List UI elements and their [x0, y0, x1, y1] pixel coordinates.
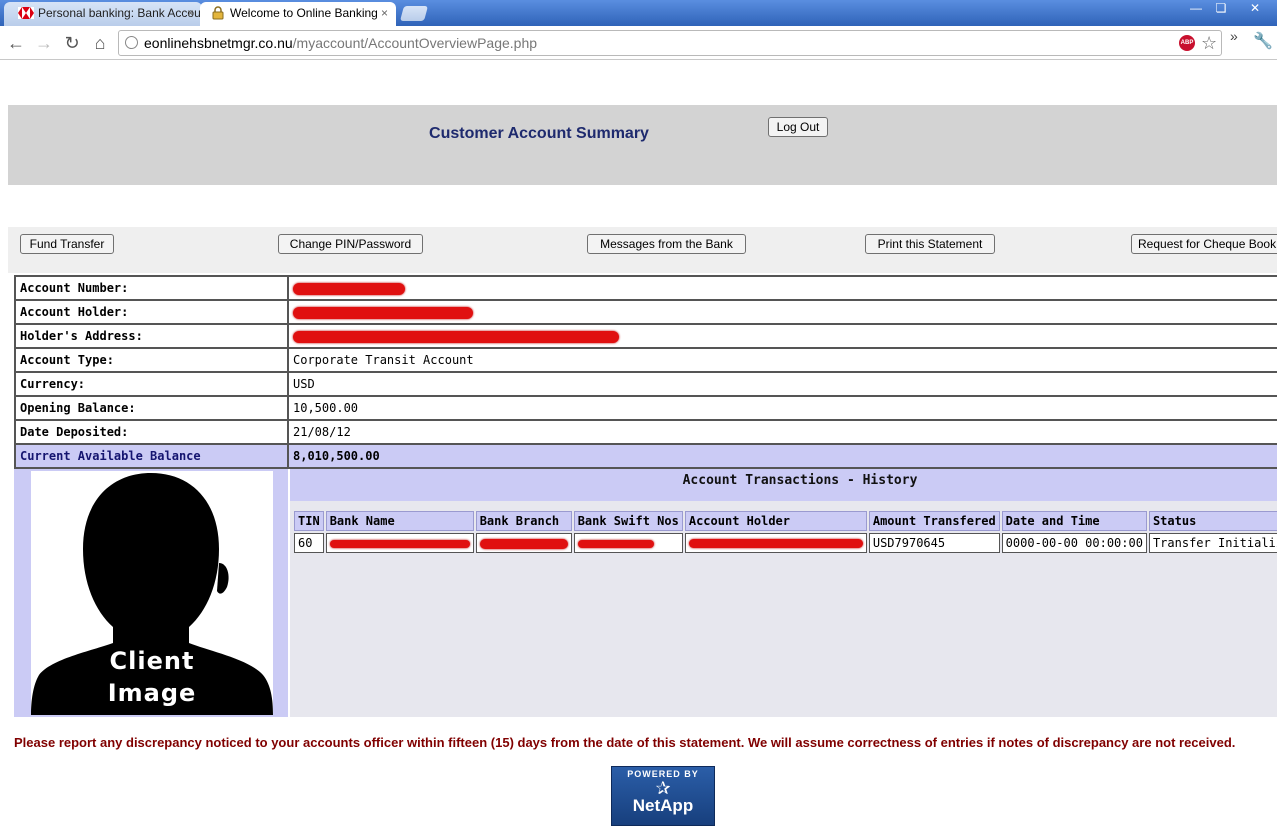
swift-cell	[573, 533, 683, 553]
client-image-column: Client Image	[14, 469, 288, 717]
page-content: Customer Account Summary Log Out Fund Tr…	[0, 61, 1277, 837]
account-number-row: Account Number:	[14, 275, 1277, 301]
redaction-mark	[293, 306, 473, 319]
account-type-value: Corporate Transit Account	[287, 347, 1277, 373]
holder-address-value	[287, 323, 1277, 349]
column-header: Bank Name	[325, 511, 474, 531]
logout-button[interactable]: Log Out	[768, 117, 828, 137]
adblock-icon[interactable]: ABP	[1179, 35, 1195, 51]
client-image: Client Image	[31, 471, 273, 715]
account-number-value	[287, 275, 1277, 301]
lower-panel: Client Image Account Transactions - Hist…	[14, 469, 1277, 717]
redaction-mark	[329, 539, 470, 548]
action-button-bar: Fund Transfer Change PIN/Password Messag…	[8, 227, 1277, 273]
column-header: TIN	[294, 511, 324, 531]
address-bar[interactable]: eonlinehsbnetmgr.co.nu/myaccount/Account…	[118, 30, 1222, 56]
browser-toolbar: ← → ↻ ⌂ eonlinehsbnetmgr.co.nu/myaccount…	[0, 26, 1277, 60]
currency-label: Currency:	[14, 371, 289, 397]
header-band: Customer Account Summary Log Out	[8, 105, 1277, 185]
account-type-label: Account Type:	[14, 347, 289, 373]
history-header: Account Transactions - History	[290, 469, 1277, 501]
change-pin-button[interactable]: Change PIN/Password	[278, 234, 423, 254]
tab-close-icon[interactable]: ×	[381, 2, 388, 24]
current-balance-value: 8,010,500.00	[287, 443, 1277, 469]
url-host: eonlinehsbnetmgr.co.nu	[144, 35, 293, 51]
holder-address-row: Holder's Address:	[14, 323, 1277, 349]
page-title: Customer Account Summary	[429, 125, 649, 142]
currency-value: USD	[287, 371, 1277, 397]
tab-title: Personal banking: Bank Accour	[38, 6, 202, 20]
column-header: Date and Time	[1001, 511, 1147, 531]
account-holder-label: Account Holder:	[14, 299, 289, 325]
extensions-overflow-icon[interactable]: »	[1230, 28, 1238, 44]
redaction-mark	[293, 330, 619, 343]
tin-cell: 60	[294, 533, 324, 553]
current-balance-label: Current Available Balance	[14, 443, 289, 469]
client-image-caption-line1: Client	[109, 647, 195, 675]
account-number-label: Account Number:	[14, 275, 289, 301]
request-cheque-book-button[interactable]: Request for Cheque Book	[1131, 234, 1277, 254]
account-details-table: Account Number: Account Holder: Holder's…	[14, 275, 1277, 469]
date-deposited-value: 21/08/12	[287, 419, 1277, 445]
home-icon[interactable]: ⌂	[89, 32, 111, 54]
history-title: Account Transactions - History	[682, 473, 918, 488]
netapp-brand: NetApp	[632, 796, 694, 815]
account-holder-row: Account Holder:	[14, 299, 1277, 325]
bank-branch-cell	[475, 533, 572, 553]
bank-name-cell	[325, 533, 474, 553]
reload-icon[interactable]: ↻	[61, 32, 83, 54]
holder-address-label: Holder's Address:	[14, 323, 289, 349]
column-header: Bank Branch	[475, 511, 572, 531]
globe-icon	[125, 36, 138, 49]
datetime-cell: 0000-00-00 00:00:00	[1001, 533, 1147, 553]
restore-window-icon[interactable]: ❏	[1208, 1, 1234, 17]
date-deposited-row: Date Deposited: 21/08/12	[14, 419, 1277, 445]
print-statement-button[interactable]: Print this Statement	[865, 234, 995, 254]
account-holder-value	[287, 299, 1277, 325]
tab-close-icon[interactable]: ×	[187, 2, 194, 24]
wrench-menu-icon[interactable]: 🔧	[1253, 31, 1273, 51]
fund-transfer-button[interactable]: Fund Transfer	[20, 234, 114, 254]
amount-cell: USD7970645	[868, 533, 1000, 553]
redaction-mark	[293, 282, 405, 295]
opening-balance-row: Opening Balance: 10,500.00	[14, 395, 1277, 421]
netapp-badge[interactable]: POWERED BY ✰ NetApp	[611, 766, 715, 826]
bookmark-star-icon[interactable]: ☆	[1201, 31, 1217, 55]
opening-balance-value: 10,500.00	[287, 395, 1277, 421]
new-tab-button[interactable]	[399, 6, 429, 21]
opening-balance-label: Opening Balance:	[14, 395, 289, 421]
browser-tab-online-banking[interactable]: Welcome to Online Banking ×	[200, 2, 396, 26]
netapp-logo-icon: ✰	[655, 778, 671, 798]
status-cell: Transfer Initialized	[1148, 533, 1277, 553]
current-balance-row: Current Available Balance 8,010,500.00	[14, 443, 1277, 469]
transaction-history-panel: Account Transactions - History TIN Bank …	[290, 469, 1277, 717]
currency-row: Currency: USD	[14, 371, 1277, 397]
history-header-row: TIN Bank Name Bank Branch Bank Swift Nos…	[294, 511, 1277, 531]
hsbc-logo-icon	[18, 7, 34, 19]
back-arrow-icon[interactable]: ←	[5, 32, 27, 54]
url-path: /myaccount/AccountOverviewPage.php	[292, 35, 538, 51]
column-header: Account Holder	[684, 511, 867, 531]
forward-arrow-icon[interactable]: →	[33, 32, 55, 54]
tab-title: Welcome to Online Banking	[230, 6, 378, 20]
minimize-window-icon[interactable]: —	[1183, 1, 1209, 17]
discrepancy-notice: Please report any discrepancy noticed to…	[14, 735, 1236, 750]
browser-tab-bar: Personal banking: Bank Accour × Welcome …	[0, 0, 1277, 26]
redaction-mark	[479, 538, 568, 549]
client-image-caption-line2: Image	[107, 679, 197, 707]
messages-button[interactable]: Messages from the Bank	[587, 234, 746, 254]
lock-icon	[212, 6, 224, 20]
column-header: Status	[1148, 511, 1277, 531]
table-row: 60 USD7970645 0000-00-00 00:00:00 Transf…	[294, 533, 1277, 553]
browser-tab-personal-banking[interactable]: Personal banking: Bank Accour ×	[4, 2, 202, 26]
date-deposited-label: Date Deposited:	[14, 419, 289, 445]
transaction-history-table: TIN Bank Name Bank Branch Bank Swift Nos…	[292, 509, 1277, 555]
column-header: Bank Swift Nos	[573, 511, 683, 531]
column-header: Amount Transfered	[868, 511, 1000, 531]
redaction-mark	[577, 539, 654, 548]
account-type-row: Account Type: Corporate Transit Account	[14, 347, 1277, 373]
redaction-mark	[688, 539, 863, 548]
close-window-icon[interactable]: ✕	[1240, 1, 1270, 17]
holder-cell	[684, 533, 867, 553]
